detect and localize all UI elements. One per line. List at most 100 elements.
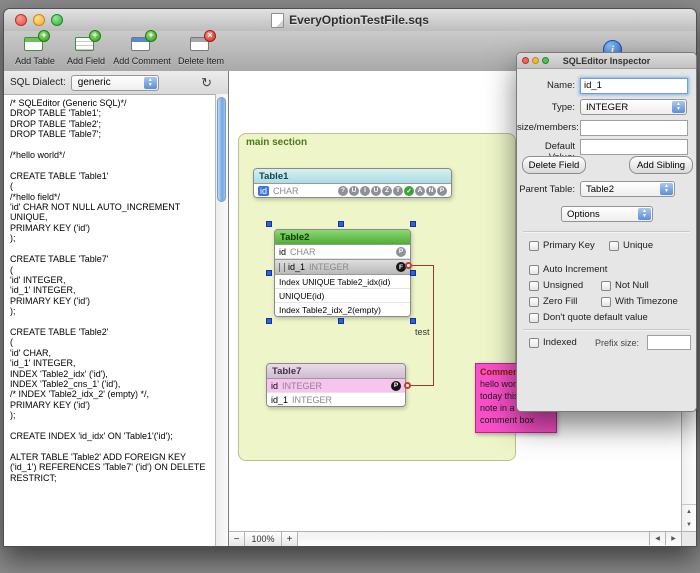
add-comment-icon (130, 34, 154, 54)
connection-label[interactable]: test (415, 327, 430, 337)
index-text: Index Table2_idx_2(empty) (279, 305, 381, 315)
primary-key-icon: P (391, 381, 401, 391)
drag-grip-icon (279, 263, 285, 272)
sql-scrollbar-thumb[interactable] (217, 97, 226, 202)
name-field[interactable]: id_1 (580, 78, 688, 94)
unsigned-icon: U (371, 186, 381, 196)
inspector-zoom-button[interactable] (542, 57, 549, 64)
unsigned-checkbox-label: Unsigned (543, 280, 583, 291)
scroll-right-arrow[interactable] (665, 532, 681, 545)
field-name: id_1 (288, 262, 305, 272)
selection-handle[interactable] (410, 318, 416, 324)
connector-source-endpoint[interactable] (405, 262, 412, 269)
selection-handle[interactable] (266, 318, 272, 324)
inspector-titlebar[interactable]: SQLEditor Inspector (517, 53, 696, 69)
toolbar-item-label: Delete Item (174, 56, 228, 66)
add-field-button[interactable]: Add Field (62, 34, 110, 66)
type-select[interactable]: INTEGER (580, 99, 687, 115)
parent-table-select[interactable]: Table2 (580, 181, 675, 197)
selection-handle[interactable] (266, 221, 272, 227)
connector-line (411, 385, 434, 386)
field-type: INTEGER (292, 395, 332, 405)
sql-dialect-label: SQL Dialect: (10, 77, 66, 88)
zero-fill-checkbox[interactable] (529, 297, 539, 307)
sql-dialect-select[interactable]: generic (71, 75, 159, 91)
field-name[interactable]: id (258, 186, 269, 196)
primary-icon: P (437, 186, 447, 196)
table2-row-id[interactable]: id CHAR P (275, 245, 410, 259)
refresh-icon[interactable] (201, 76, 212, 89)
zero-fill-checkbox-label: Zero Fill (543, 296, 577, 307)
dont-quote-default-checkbox[interactable] (529, 313, 539, 323)
add-comment-button[interactable]: Add Comment (112, 34, 172, 66)
primary-key-checkbox-label: Primary Key (543, 240, 595, 251)
popup-arrows-icon (144, 77, 157, 89)
connector-target-endpoint[interactable] (404, 382, 411, 389)
titlebar[interactable]: EveryOptionTestFile.sqs (4, 9, 696, 32)
table2-header[interactable]: Table2 (275, 230, 410, 245)
plus-badge-icon (89, 30, 101, 42)
name-label: Name: (517, 80, 575, 91)
plus-badge-icon (145, 30, 157, 42)
delete-item-button[interactable]: Delete Item (174, 34, 228, 66)
table7[interactable]: Table7 id INTEGER P id_1 INTEGER (266, 363, 406, 407)
add-sibling-button[interactable]: Add Sibling (629, 156, 693, 174)
canvas-horizontal-scrollbar[interactable]: − 100% + (229, 531, 681, 546)
zerofill-icon: Z (382, 186, 392, 196)
size-members-field[interactable] (580, 120, 688, 136)
toolbar-item-label: Add Field (62, 56, 110, 66)
scroll-left-arrow[interactable] (649, 532, 665, 545)
toolbar-item-label: Add Comment (112, 56, 172, 66)
with-timezone-checkbox[interactable] (601, 297, 611, 307)
selection-handle[interactable] (410, 221, 416, 227)
selection-handle[interactable] (338, 221, 344, 227)
field-type: CHAR (273, 186, 299, 196)
main-section-label: main section (246, 137, 307, 148)
table2-index-row[interactable]: Index UNIQUE Table2_idx(id) (275, 275, 410, 289)
table1-field-row[interactable]: id CHAR ? U I U Z T ✓ A N P (254, 184, 451, 197)
default-value-field[interactable] (580, 139, 688, 155)
inspector-close-button[interactable] (522, 57, 529, 64)
table7-header[interactable]: Table7 (267, 364, 405, 379)
scrollbar-corner (681, 531, 696, 546)
prefix-size-label: Prefix size: (595, 338, 639, 348)
timezone-icon: T (393, 186, 403, 196)
prefix-size-field[interactable] (647, 335, 691, 350)
type-label: Type: (517, 102, 575, 113)
zoom-out-button[interactable]: − (229, 532, 245, 546)
table1[interactable]: Table1 id CHAR ? U I U Z T ✓ A N P (253, 168, 452, 198)
not-null-checkbox[interactable] (601, 281, 611, 291)
table2[interactable]: Table2 id CHAR P id_1 INTEGER F Index UN… (274, 229, 411, 317)
inspector-title: SQLEditor Inspector (563, 56, 651, 66)
unique-checkbox[interactable] (609, 241, 619, 251)
unsigned-checkbox[interactable] (529, 281, 539, 291)
scroll-track[interactable] (298, 532, 649, 546)
dialect-bar: SQL Dialect: generic (4, 71, 228, 95)
table7-row-id[interactable]: id INTEGER P (267, 379, 405, 393)
parent-table-label: Parent Table: (517, 184, 575, 195)
selection-handle[interactable] (266, 270, 272, 276)
sql-scrollbar[interactable] (215, 94, 228, 546)
selection-handle[interactable] (338, 318, 344, 324)
table7-row-id1[interactable]: id_1 INTEGER (267, 393, 405, 406)
parent-table-value: Table2 (586, 184, 614, 195)
table2-index-row[interactable]: Index Table2_idx_2(empty) (275, 303, 410, 316)
nullable-icon: ? (338, 186, 348, 196)
scroll-up-arrow[interactable] (682, 505, 696, 518)
primary-key-checkbox[interactable] (529, 241, 539, 251)
delete-field-button[interactable]: Delete Field (522, 156, 586, 174)
options-select[interactable]: Options (561, 206, 653, 222)
table1-header[interactable]: Table1 (254, 169, 451, 184)
auto-increment-checkbox[interactable] (529, 265, 539, 275)
document-icon (271, 13, 284, 28)
scroll-down-arrow[interactable] (682, 518, 696, 531)
add-table-button[interactable]: Add Table (10, 34, 60, 66)
zoom-in-button[interactable]: + (282, 532, 298, 546)
indexed-checkbox[interactable] (529, 338, 539, 348)
table2-row-id1-selected[interactable]: id_1 INTEGER F (275, 259, 410, 275)
table2-index-row[interactable]: UNIQUE(id) (275, 289, 410, 303)
sql-source-text[interactable]: /* SQLEditor (Generic SQL)*/ DROP TABLE … (4, 94, 215, 546)
popup-arrows-icon (672, 101, 685, 113)
inspector-minimize-button[interactable] (532, 57, 539, 64)
selection-handle[interactable] (410, 270, 416, 276)
